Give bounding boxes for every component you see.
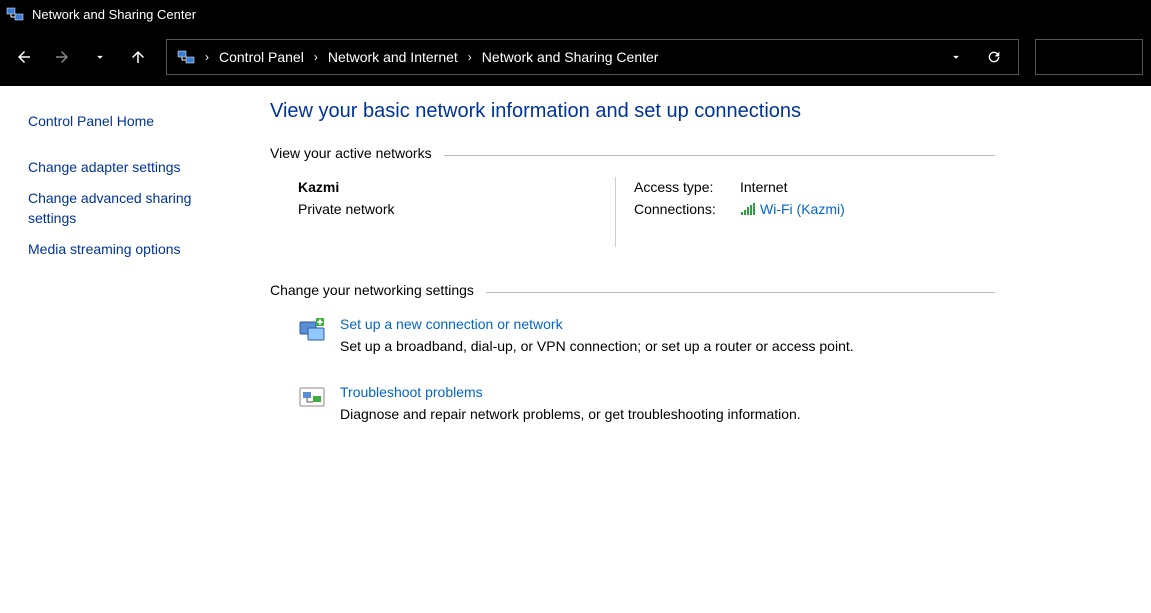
setup-connection-icon [298,316,326,344]
previous-locations-button[interactable] [942,43,970,71]
setup-connection-item: Set up a new connection or network Set u… [298,316,1111,354]
section-label: View your active networks [270,145,432,161]
setup-connection-link[interactable]: Set up a new connection or network [340,316,854,332]
troubleshoot-link[interactable]: Troubleshoot problems [340,384,801,400]
wifi-connection-link[interactable]: Wi-Fi (Kazmi) [740,201,845,217]
connections-label: Connections: [634,201,726,217]
wifi-connection-text: Wi-Fi (Kazmi) [760,201,845,217]
navigation-bar: › Control Panel › Network and Internet ›… [0,28,1151,86]
change-adapter-settings-link[interactable]: Change adapter settings [28,152,228,184]
window-titlebar: Network and Sharing Center [0,0,1151,28]
network-sharing-icon [177,48,195,66]
wifi-signal-icon [740,202,756,216]
chevron-right-icon[interactable]: › [468,50,472,64]
active-network-panel: Kazmi Private network Access type: Inter… [270,179,1111,247]
access-type-value: Internet [740,179,787,195]
change-advanced-sharing-link[interactable]: Change advanced sharing settings [28,183,228,234]
section-label: Change your networking settings [270,282,474,298]
content-area: Control Panel Home Change adapter settin… [0,86,1151,613]
troubleshoot-desc: Diagnose and repair network problems, or… [340,406,801,422]
media-streaming-options-link[interactable]: Media streaming options [28,234,228,266]
forward-button[interactable] [46,41,78,73]
network-type: Private network [298,201,615,217]
search-input[interactable] [1035,39,1143,75]
divider [444,155,995,156]
address-bar[interactable]: › Control Panel › Network and Internet ›… [166,39,1019,75]
network-sharing-icon [6,5,24,23]
active-networks-section-header: View your active networks [270,145,995,161]
refresh-button[interactable] [980,43,1008,71]
networking-settings-section-header: Change your networking settings [270,282,995,298]
back-button[interactable] [8,41,40,73]
breadcrumb-network-internet[interactable]: Network and Internet [328,49,458,65]
sidebar: Control Panel Home Change adapter settin… [0,86,255,613]
page-heading: View your basic network information and … [270,100,1111,123]
control-panel-home-link[interactable]: Control Panel Home [28,106,228,138]
breadcrumb-control-panel[interactable]: Control Panel [219,49,304,65]
window-title: Network and Sharing Center [32,7,196,22]
network-identity: Kazmi Private network [270,179,615,247]
troubleshoot-item: Troubleshoot problems Diagnose and repai… [298,384,1111,422]
main-panel: View your basic network information and … [255,86,1151,613]
recent-locations-button[interactable] [84,41,116,73]
chevron-right-icon[interactable]: › [205,50,209,64]
up-button[interactable] [122,41,154,73]
chevron-right-icon[interactable]: › [314,50,318,64]
access-type-label: Access type: [634,179,726,195]
network-details: Access type: Internet Connections: [616,179,845,247]
divider [486,292,995,293]
breadcrumb-network-sharing[interactable]: Network and Sharing Center [482,49,659,65]
troubleshoot-icon [298,384,326,412]
setup-connection-desc: Set up a broadband, dial-up, or VPN conn… [340,338,854,354]
network-name: Kazmi [298,179,615,195]
